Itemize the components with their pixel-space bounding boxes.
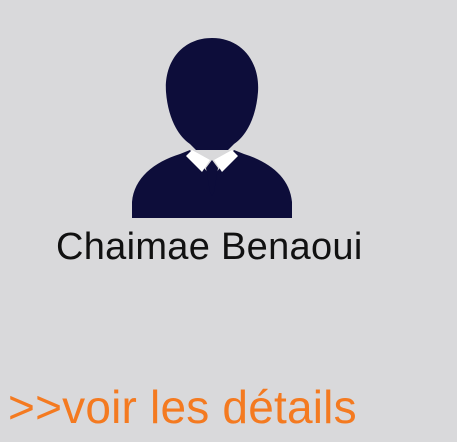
view-details-link[interactable]: >>voir les détails	[8, 380, 357, 434]
user-silhouette-icon	[132, 38, 292, 218]
profile-card: Chaimae Benaoui >>voir les détails	[0, 0, 460, 442]
profile-name: Chaimae Benaoui	[56, 226, 363, 268]
